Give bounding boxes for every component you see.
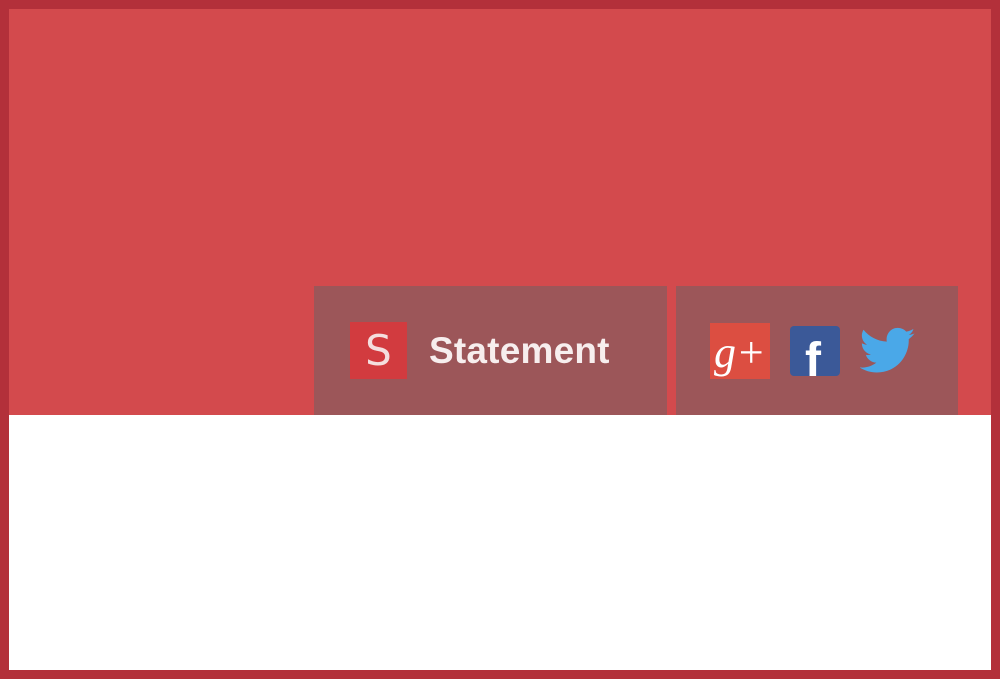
facebook-icon: f <box>790 325 840 376</box>
google-plus-glyph: g+ <box>714 328 766 377</box>
statement-label: Statement <box>429 329 610 371</box>
statement-button[interactable]: S Statement <box>314 286 667 415</box>
facebook-button[interactable]: f <box>790 325 840 376</box>
google-plus-icon: g+ <box>710 322 770 379</box>
twitter-button[interactable] <box>860 327 916 375</box>
statement-badge-icon: S <box>350 322 407 379</box>
widget-frame: S Statement g+ f <box>0 0 1000 679</box>
twitter-icon <box>860 327 916 372</box>
header-banner: S Statement g+ f <box>9 9 991 415</box>
google-plus-button[interactable]: g+ <box>710 322 770 379</box>
social-share-bar: g+ f <box>676 286 958 415</box>
facebook-glyph: f <box>805 334 822 376</box>
